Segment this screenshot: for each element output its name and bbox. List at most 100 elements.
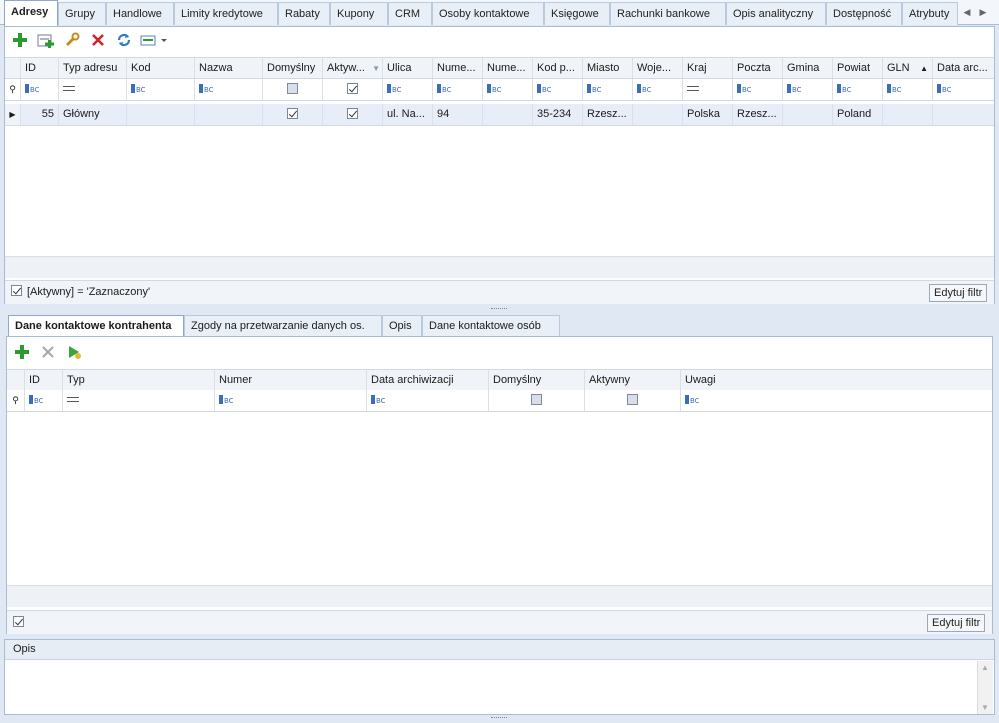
filter-data-archiwizacji[interactable]: BC [367, 390, 489, 411]
col-miasto[interactable]: Miasto [583, 58, 633, 78]
filter-kod[interactable]: BC [127, 79, 195, 100]
filter-expression[interactable]: [Aktywny] = 'Zaznaczony' [27, 281, 150, 304]
bottom-splitter-grip[interactable] [491, 717, 507, 720]
col-typ[interactable]: Typ [63, 370, 215, 390]
view-options-icon[interactable] [139, 29, 169, 51]
tab-osoby-kontaktowe[interactable]: Osoby kontaktowe [432, 2, 544, 25]
cell-aktywny[interactable] [323, 104, 383, 125]
cell-poczta[interactable]: Rzesz... [733, 104, 783, 125]
cell-numer-2[interactable] [483, 104, 533, 125]
filter-domyslny[interactable] [489, 390, 585, 411]
filter-uwagi[interactable]: BC [681, 390, 992, 411]
cell-numer-1[interactable]: 94 [433, 104, 483, 125]
filter-funnel-icon[interactable]: ▼ [372, 58, 380, 78]
filter-gln[interactable]: BC [883, 79, 933, 100]
scroll-down-icon[interactable]: ▼ [981, 703, 989, 712]
col-kod-pocztowy[interactable]: Kod p... [533, 58, 583, 78]
filter-typ[interactable] [59, 79, 127, 100]
cell-domyslny[interactable] [263, 104, 323, 125]
col-uwagi[interactable]: Uwagi [681, 370, 992, 390]
checkbox-filter-domyslny[interactable] [531, 394, 542, 405]
col-wojewodztwo[interactable]: Woje... [633, 58, 683, 78]
delete-icon[interactable] [87, 29, 109, 51]
filter-kod-pocztowy[interactable]: BC [533, 79, 583, 100]
filter-kraj[interactable] [683, 79, 733, 100]
tab-opis-analityczny[interactable]: Opis analityczny [726, 2, 826, 25]
col-id[interactable]: ID [21, 58, 59, 78]
col-kraj[interactable]: Kraj [683, 58, 733, 78]
checkbox-domyslny[interactable] [287, 108, 298, 119]
col-kod[interactable]: Kod [127, 58, 195, 78]
add-from-list-icon[interactable] [35, 29, 57, 51]
filter-powiat[interactable]: BC [833, 79, 883, 100]
filter-aktywny[interactable] [323, 79, 383, 100]
run-icon[interactable] [63, 341, 85, 363]
tab-opis[interactable]: Opis [382, 315, 422, 337]
filter-miasto[interactable]: BC [583, 79, 633, 100]
cell-gmina[interactable] [783, 104, 833, 125]
add-icon[interactable] [11, 341, 33, 363]
filter-id[interactable]: BC [25, 390, 63, 411]
cell-id[interactable]: 55 [21, 104, 59, 125]
col-numer[interactable]: Numer [215, 370, 367, 390]
cell-miasto[interactable]: Rzesz... [583, 104, 633, 125]
tab-ksiegowe[interactable]: Księgowe [544, 2, 610, 25]
cell-gln[interactable] [883, 104, 933, 125]
cell-typ-adresu[interactable]: Główny [59, 104, 127, 125]
col-domyslny[interactable]: Domyślny [489, 370, 585, 390]
scroll-up-icon[interactable]: ▲ [981, 663, 989, 672]
tab-rachunki-bankowe[interactable]: Rachunki bankowe [610, 2, 726, 25]
tab-atrybuty[interactable]: Atrybuty [902, 2, 958, 25]
cell-data-archiwizacji[interactable] [933, 104, 994, 125]
col-numer-1[interactable]: Nume... [433, 58, 483, 78]
checkbox-filter-domyslny[interactable] [287, 83, 298, 94]
opis-textarea[interactable] [5, 661, 976, 714]
col-gmina[interactable]: Gmina [783, 58, 833, 78]
add-icon[interactable] [9, 29, 31, 51]
filter-id[interactable]: BC [21, 79, 59, 100]
col-aktywny[interactable]: Aktyw... ▼ [323, 58, 383, 78]
filter-typ[interactable] [63, 390, 215, 411]
tab-grupy[interactable]: Grupy [58, 2, 106, 25]
edit-wrench-icon[interactable] [61, 29, 83, 51]
cell-ulica[interactable]: ul. Na... [383, 104, 433, 125]
cell-kod-pocztowy[interactable]: 35-234 [533, 104, 583, 125]
col-ulica[interactable]: Ulica [383, 58, 433, 78]
tab-rabaty[interactable]: Rabaty [278, 2, 330, 25]
filter-poczta[interactable]: BC [733, 79, 783, 100]
col-powiat[interactable]: Powiat [833, 58, 883, 78]
checkbox-filter-aktywny[interactable] [347, 83, 358, 94]
filter-domyslny[interactable] [263, 79, 323, 100]
col-data-archiwizacji[interactable]: Data archiwizacji [367, 370, 489, 390]
refresh-icon[interactable] [113, 29, 135, 51]
col-aktywny[interactable]: Aktywny [585, 370, 681, 390]
tab-limity-kredytowe[interactable]: Limity kredytowe [174, 2, 278, 25]
tabs-scroll-left-icon[interactable]: ◀ [962, 6, 972, 18]
filter-numer[interactable]: BC [215, 390, 367, 411]
filter-gmina[interactable]: BC [783, 79, 833, 100]
tab-dane-kontaktowe-osob[interactable]: Dane kontaktowe osób [422, 315, 560, 337]
filter-numer-2[interactable]: BC [483, 79, 533, 100]
col-nazwa[interactable]: Nazwa [195, 58, 263, 78]
edit-filter-button[interactable]: Edytuj filtr [927, 614, 986, 632]
filter-enabled-checkbox[interactable] [11, 285, 22, 296]
filter-data-archiwizacji[interactable]: BC [933, 79, 994, 100]
filter-numer-1[interactable]: BC [433, 79, 483, 100]
tab-zgody[interactable]: Zgody na przetwarzanie danych os. [184, 315, 382, 337]
filter-wojewodztwo[interactable]: BC [633, 79, 683, 100]
col-numer-2[interactable]: Nume... [483, 58, 533, 78]
col-typ-adresu[interactable]: Typ adresu [59, 58, 127, 78]
tab-dostepnosc[interactable]: Dostępność [826, 2, 902, 25]
filter-enabled-checkbox[interactable] [13, 616, 24, 627]
col-data-archiwizacji[interactable]: Data arc... [933, 58, 994, 78]
table-row[interactable]: ▶ 55 Główny ul. Na... 94 35-234 Rzesz...… [5, 104, 994, 126]
col-poczta[interactable]: Poczta [733, 58, 783, 78]
tab-dane-kontaktowe-kontrahenta[interactable]: Dane kontaktowe kontrahenta [8, 315, 184, 337]
cell-powiat[interactable]: Poland [833, 104, 883, 125]
cell-nazwa[interactable] [195, 104, 263, 125]
checkbox-filter-aktywny[interactable] [627, 394, 638, 405]
edit-filter-button[interactable]: Edytuj filtr [929, 284, 988, 302]
col-domyslny[interactable]: Domyślny [263, 58, 323, 78]
cell-kraj[interactable]: Polska [683, 104, 733, 125]
col-id[interactable]: ID [25, 370, 63, 390]
